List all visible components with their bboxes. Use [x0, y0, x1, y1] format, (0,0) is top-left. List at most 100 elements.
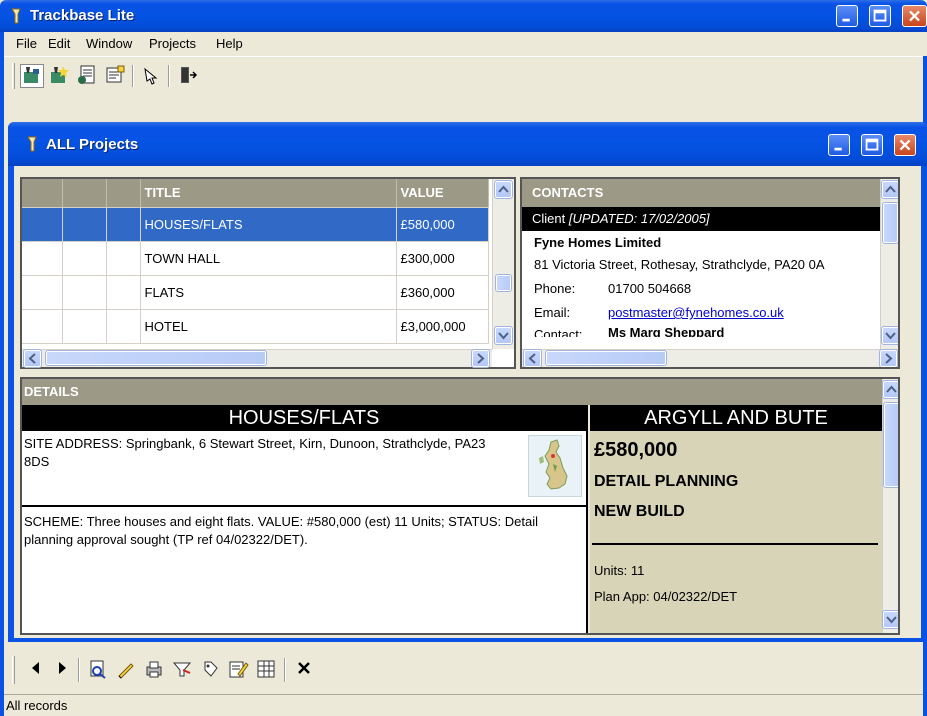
tag-button[interactable]	[198, 658, 222, 682]
child-titlebar[interactable]: ALL Projects	[8, 122, 927, 166]
notes-button[interactable]	[226, 658, 250, 682]
notes-icon	[229, 661, 249, 678]
project-value-cell[interactable]: £580,000	[396, 207, 489, 242]
grid-header-row: TITLE VALUE	[22, 179, 489, 208]
grid-vertical-scrollbar[interactable]	[492, 179, 514, 349]
table-cell[interactable]	[106, 275, 141, 310]
app-titlebar[interactable]: Trackbase Lite	[0, 0, 927, 32]
project-title-cell[interactable]: FLATS	[140, 275, 397, 310]
find-button[interactable]	[86, 658, 110, 682]
toolbar-grip[interactable]	[12, 656, 15, 684]
column-header-title[interactable]: TITLE	[140, 179, 397, 208]
minimize-button[interactable]	[836, 5, 858, 27]
close-button[interactable]	[902, 5, 927, 27]
report-icon	[78, 65, 95, 84]
scroll-thumb[interactable]	[545, 350, 667, 366]
contacts-horizontal-scrollbar[interactable]	[522, 349, 898, 367]
project-value-cell[interactable]: £3,000,000	[396, 309, 489, 344]
project-value-cell[interactable]: £300,000	[396, 241, 489, 276]
menu-window[interactable]: Window	[86, 36, 132, 51]
report-button[interactable]	[76, 64, 100, 88]
client-updated: [UPDATED: 17/02/2005]	[568, 211, 710, 226]
scroll-down-button[interactable]	[494, 326, 513, 345]
table-row[interactable]: HOUSES/FLATS £580,000	[22, 207, 489, 242]
scroll-up-button[interactable]	[494, 180, 513, 199]
filter-button[interactable]	[170, 658, 194, 682]
column-header-blank[interactable]	[22, 179, 63, 208]
menu-edit[interactable]: Edit	[48, 36, 70, 51]
grid-horizontal-scrollbar[interactable]	[22, 349, 492, 368]
menu-projects[interactable]: Projects	[149, 36, 196, 51]
project-title-cell[interactable]: TOWN HALL	[140, 241, 397, 276]
table-cell[interactable]	[106, 207, 141, 242]
contacts-vertical-scrollbar[interactable]	[880, 179, 898, 349]
uk-map-thumbnail[interactable]	[528, 435, 582, 497]
close-record-button[interactable]	[292, 658, 316, 682]
chevron-left-icon	[528, 353, 536, 364]
scroll-thumb[interactable]	[883, 402, 898, 488]
open-project-button[interactable]	[20, 64, 44, 88]
scroll-thumb[interactable]	[45, 350, 267, 366]
details-project-title: HOUSES/FLATS	[22, 405, 586, 431]
previous-record-button[interactable]	[24, 658, 48, 682]
print-button[interactable]	[142, 658, 166, 682]
planning-stage: DETAIL PLANNING	[594, 473, 739, 490]
table-row[interactable]: FLATS £360,000	[22, 275, 489, 310]
next-record-button[interactable]	[50, 658, 74, 682]
table-cell[interactable]	[22, 241, 63, 276]
table-cell[interactable]	[106, 241, 141, 276]
scroll-right-button[interactable]	[879, 349, 898, 367]
table-cell[interactable]	[22, 275, 63, 310]
scroll-left-button[interactable]	[23, 349, 42, 368]
exit-button[interactable]	[176, 64, 200, 88]
scroll-thumb[interactable]	[495, 274, 512, 292]
project-title-cell[interactable]: HOUSES/FLATS	[140, 207, 397, 242]
table-cell[interactable]	[22, 309, 63, 344]
scroll-up-button[interactable]	[881, 180, 898, 199]
company-address: 81 Victoria Street, Rothesay, Strathclyd…	[534, 257, 825, 272]
minimize-icon	[834, 147, 842, 151]
toolbar-grip[interactable]	[12, 63, 15, 89]
tag-icon	[204, 661, 218, 677]
child-maximize-button[interactable]	[861, 134, 883, 156]
scroll-thumb[interactable]	[882, 202, 898, 244]
contacts-button[interactable]	[104, 64, 128, 88]
table-row[interactable]: HOTEL £3,000,000	[22, 309, 489, 344]
new-project-button[interactable]	[48, 64, 72, 88]
project-title-cell[interactable]: HOTEL	[140, 309, 397, 344]
table-row[interactable]: TOWN HALL £300,000	[22, 241, 489, 276]
details-vertical-scrollbar[interactable]	[882, 379, 898, 633]
pointer-button[interactable]	[140, 64, 164, 88]
scroll-left-button[interactable]	[523, 349, 542, 367]
table-cell[interactable]	[106, 309, 141, 344]
maximize-button[interactable]	[869, 5, 891, 27]
email-link[interactable]: postmaster@fynehomes.co.uk	[608, 305, 784, 320]
project-value-cell[interactable]: £360,000	[396, 275, 489, 310]
scroll-down-button[interactable]	[881, 326, 898, 345]
scroll-down-button[interactable]	[882, 610, 898, 629]
child-minimize-button[interactable]	[828, 134, 850, 156]
details-description: HOUSES/FLATS SITE ADDRESS: Springbank, 6…	[22, 405, 588, 633]
table-cell[interactable]	[62, 309, 107, 344]
scroll-up-button[interactable]	[882, 380, 898, 399]
column-header-blank[interactable]	[106, 179, 141, 208]
edit-button[interactable]	[114, 658, 138, 682]
child-close-button[interactable]	[894, 134, 916, 156]
window-frame-left	[0, 32, 4, 716]
chevron-down-icon	[885, 332, 896, 340]
chevron-left-icon	[28, 353, 36, 364]
table-cell[interactable]	[62, 207, 107, 242]
menu-help[interactable]: Help	[216, 36, 243, 51]
grid-view-button[interactable]	[254, 658, 278, 682]
scroll-right-button[interactable]	[471, 349, 490, 368]
column-header-blank[interactable]	[62, 179, 107, 208]
table-cell[interactable]	[22, 207, 63, 242]
client-row: Client [UPDATED: 17/02/2005]	[522, 207, 882, 231]
close-icon	[899, 139, 911, 151]
table-cell[interactable]	[62, 241, 107, 276]
menu-file[interactable]: File	[16, 36, 37, 51]
column-header-value[interactable]: VALUE	[396, 179, 489, 208]
chevron-right-icon	[885, 353, 893, 364]
table-cell[interactable]	[62, 275, 107, 310]
phone-value: 01700 504668	[608, 281, 692, 296]
